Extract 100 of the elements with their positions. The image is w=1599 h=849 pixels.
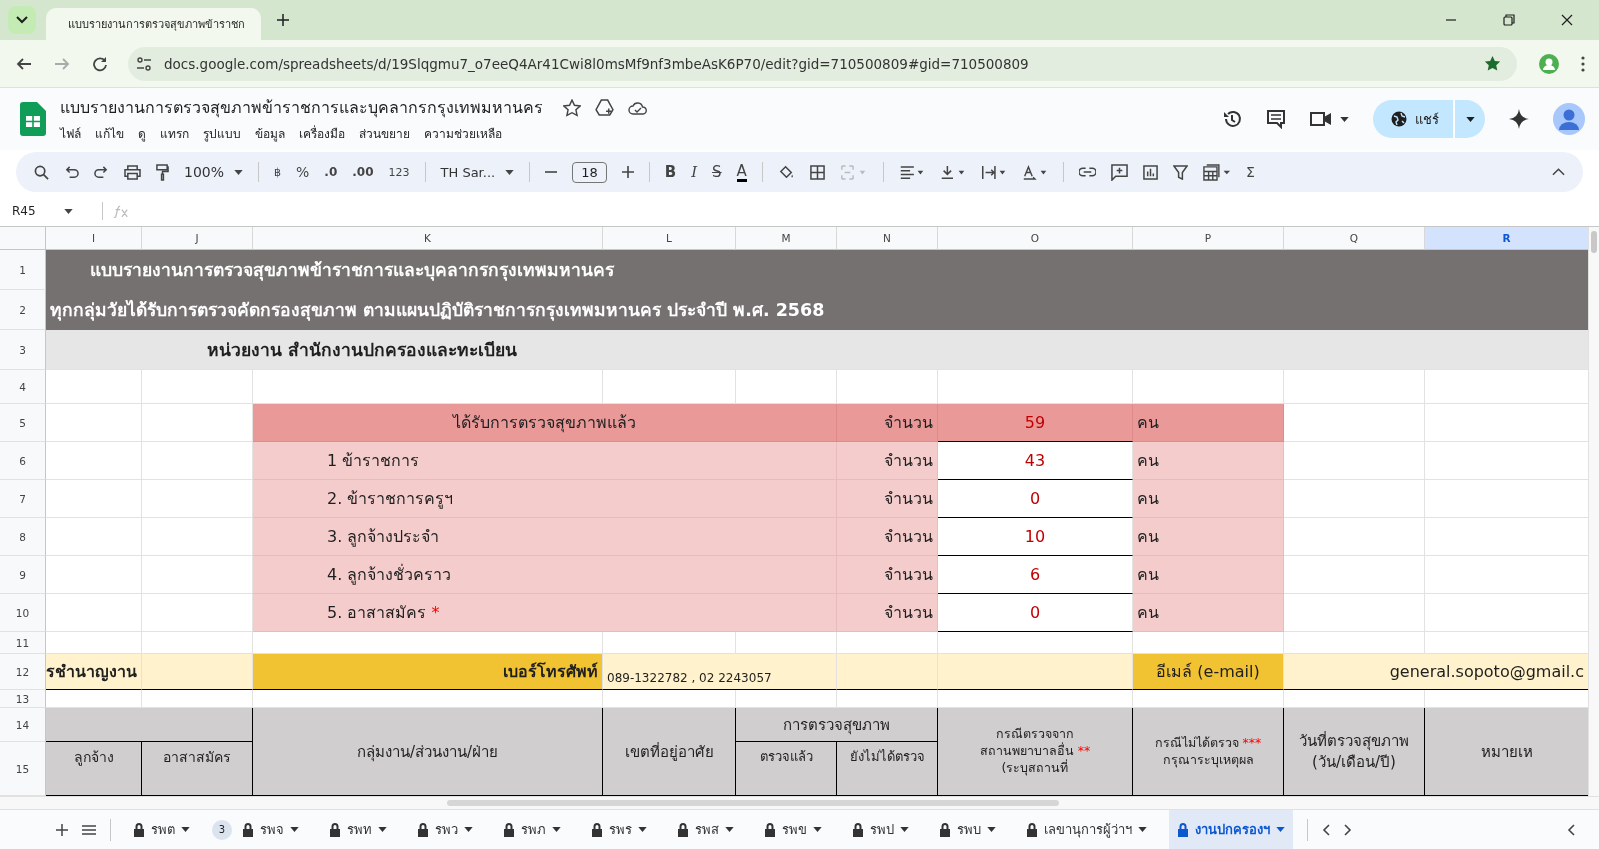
history-icon[interactable]	[1222, 109, 1242, 129]
row-header[interactable]: 3	[0, 330, 46, 370]
header-cell[interactable]: เขตที่อยู่อาศัย	[603, 708, 736, 796]
sparkle-icon[interactable]	[1509, 109, 1529, 129]
print-icon[interactable]	[124, 164, 141, 180]
redo-icon[interactable]	[94, 164, 109, 180]
fill-color-icon[interactable]	[777, 163, 795, 181]
menu-item[interactable]: แทรก	[160, 124, 189, 143]
add-comment-icon[interactable]	[1110, 163, 1128, 181]
row-header[interactable]: 7	[0, 480, 46, 518]
position-cell[interactable]: รชำนาญงาน	[46, 654, 142, 690]
header-cell[interactable]: กลุ่มงาน/ส่วนงาน/ฝ่าย	[253, 708, 603, 796]
avatar-icon[interactable]	[1553, 103, 1585, 135]
functions-button[interactable]: Σ	[1245, 164, 1255, 180]
text-color-button[interactable]: A	[736, 162, 747, 182]
meet-button[interactable]	[1310, 111, 1349, 127]
row-header[interactable]: 12	[0, 654, 46, 690]
row-header[interactable]: 15	[0, 742, 46, 796]
header-cell[interactable]: กรณีตรวจจาก สถานพยาบาลอื่น ** (ระบุสถานที่	[938, 708, 1133, 796]
address-bar[interactable]: docs.google.com/spreadsheets/d/19Slqgmu7_o7eeQ4Ar41Cwi8l0msMf9nf3mbeAsK6P70/edit?gid=710500809#gid=710500809	[128, 46, 1517, 81]
header-cell[interactable]: วันที่ตรวจสุขภาพ (วัน/เดือน/ปี)	[1284, 708, 1425, 796]
collapse-icon[interactable]	[1552, 168, 1565, 176]
select-all-corner[interactable]	[0, 227, 46, 250]
search-icon[interactable]	[34, 164, 49, 180]
scroll-left-icon[interactable]	[1322, 823, 1330, 836]
row-header[interactable]: 9	[0, 556, 46, 594]
title-cell[interactable]: แบบรายงานการตรวจสุขภาพข้าราชการและบุคลากรกรุงเทพมหานคร	[46, 250, 1588, 290]
header-cell[interactable]: ตรวจแล้ว	[736, 742, 837, 796]
sheets-logo-icon[interactable]	[20, 102, 46, 136]
zoom-select[interactable]: 100%	[184, 164, 244, 180]
tab-search-button[interactable]	[8, 6, 36, 34]
forward-icon[interactable]	[54, 55, 70, 72]
count-label[interactable]: จำนวน	[837, 556, 938, 594]
category-cell[interactable]: 4. ลูกจ้างชั่วคราว	[253, 556, 837, 594]
header-cell[interactable]: อาสาสมัคร	[142, 742, 253, 796]
column-header[interactable]: K	[253, 227, 603, 250]
scroll-right-icon[interactable]	[1344, 823, 1352, 836]
sheet-tab[interactable]: งานปกครองฯ	[1169, 810, 1293, 849]
column-header[interactable]: O	[938, 227, 1133, 250]
sheet-tab[interactable]: เลขานุการผู้ว่าฯ	[1018, 810, 1155, 849]
percent-format-button[interactable]: %	[296, 164, 310, 180]
column-header[interactable]: J	[142, 227, 253, 250]
menu-item[interactable]: รูปแบบ	[203, 124, 241, 143]
unit-label[interactable]: คน	[1133, 404, 1284, 442]
column-header[interactable]: L	[603, 227, 736, 250]
vertical-scrollbar[interactable]	[1588, 227, 1599, 796]
column-header[interactable]: P	[1133, 227, 1284, 250]
menu-item[interactable]: ความช่วยเหลือ	[424, 124, 502, 143]
category-cell[interactable]: 5. อาสาสมัคร *	[253, 594, 837, 632]
row-header[interactable]: 14	[0, 708, 46, 742]
phone-label[interactable]: เบอร์โทรศัพท์	[253, 654, 603, 690]
increase-decimal-button[interactable]: .00	[352, 165, 374, 179]
font-size-field[interactable]: 18	[572, 161, 607, 183]
count-label[interactable]: จำนวน	[837, 518, 938, 556]
sheet-tab[interactable]: รพร	[583, 810, 655, 849]
empty-cell[interactable]	[1284, 370, 1425, 404]
count-label[interactable]: จำนวน	[837, 594, 938, 632]
text-rotation-icon[interactable]	[1021, 164, 1048, 180]
column-header[interactable]: R	[1425, 227, 1588, 250]
bold-button[interactable]: B	[664, 163, 677, 181]
header-cell[interactable]: ยังไม่ได้ตรวจ	[837, 742, 938, 796]
title-cell[interactable]: หน่วยงาน สำนักงานปกครองและทะเบียน	[46, 330, 1588, 370]
currency-format-button[interactable]: ฿	[274, 165, 282, 179]
row-header[interactable]: 5	[0, 404, 46, 442]
menu-item[interactable]: ข้อมูล	[255, 124, 285, 143]
count-label[interactable]: จำนวน	[837, 442, 938, 480]
table-view-icon[interactable]	[1202, 163, 1231, 181]
text-wrap-icon[interactable]	[980, 164, 1007, 180]
row-header[interactable]: 2	[0, 290, 46, 330]
sheet-tab[interactable]: รพข	[756, 810, 830, 849]
header-cell[interactable]: การตรวจสุขภาพ	[736, 708, 938, 742]
row-header[interactable]: 11	[0, 632, 46, 654]
comment-icon[interactable]	[1266, 109, 1286, 129]
category-cell[interactable]: 1 ข้าราชการ	[253, 442, 837, 480]
empty-cell[interactable]	[142, 370, 253, 404]
header-cell[interactable]: ลูกจ้าง	[46, 742, 142, 796]
close-icon[interactable]	[1561, 14, 1573, 26]
strikethrough-button[interactable]: S	[712, 163, 722, 181]
share-options-button[interactable]	[1454, 100, 1485, 138]
sheet-tab[interactable]: รพป	[844, 810, 917, 849]
column-header[interactable]: N	[837, 227, 938, 250]
restore-icon[interactable]	[1503, 14, 1515, 26]
link-icon[interactable]	[1078, 167, 1096, 177]
borders-icon[interactable]	[809, 164, 825, 180]
category-cell[interactable]: 2. ข้าราชการครูฯ	[253, 480, 837, 518]
sheet-tab[interactable]: รพบ	[931, 810, 1004, 849]
bookmark-star-icon[interactable]	[1484, 55, 1501, 72]
row-header[interactable]: 10	[0, 594, 46, 632]
column-header[interactable]: M	[736, 227, 837, 250]
sheet-tab[interactable]: รพท	[321, 810, 395, 849]
count-label[interactable]: จำนวน	[837, 480, 938, 518]
decrease-decimal-button[interactable]: .0	[324, 165, 338, 179]
title-cell[interactable]: ทุกกลุ่มวัยได้รับการตรวจคัดกรองสุขภาพ ตามแผนปฏิบัติราชการกรุงเทพมหานคร ประจำปี พ.ศ. 2568	[46, 290, 1588, 330]
share-button[interactable]: แชร์	[1373, 100, 1453, 138]
row-header[interactable]: 1	[0, 250, 46, 290]
move-to-drive-icon[interactable]	[595, 99, 614, 116]
menu-icon[interactable]	[82, 824, 96, 835]
unit-label[interactable]: คน	[1133, 518, 1284, 556]
unit-label[interactable]: คน	[1133, 480, 1284, 518]
browser-tab[interactable]: แบบรายงานการตรวจสุขภาพข้าราชก	[46, 8, 261, 40]
